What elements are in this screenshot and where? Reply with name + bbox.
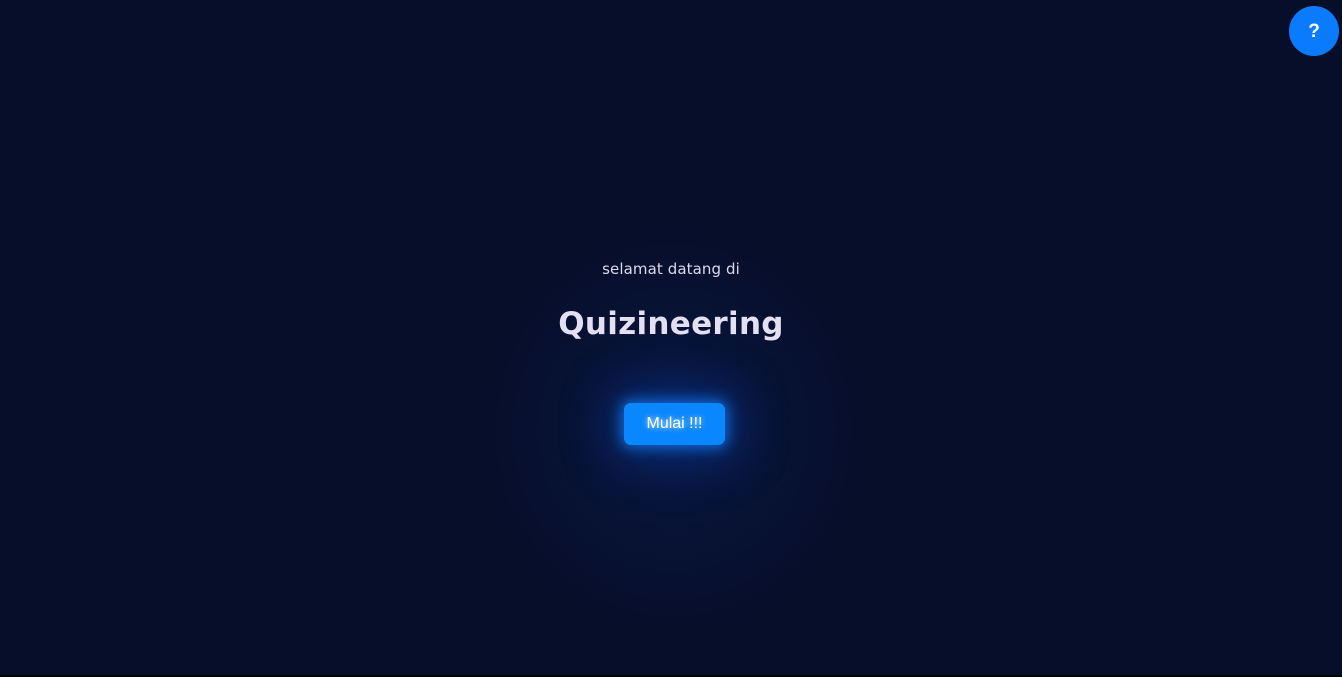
help-button[interactable]: ? <box>1289 6 1339 56</box>
start-button-label: Mulai !!! <box>646 415 703 432</box>
question-mark-icon: ? <box>1308 20 1320 42</box>
start-button[interactable]: Mulai !!! <box>624 403 725 445</box>
app-title: Quizineering <box>558 306 784 342</box>
welcome-text: selamat datang di <box>602 260 740 278</box>
